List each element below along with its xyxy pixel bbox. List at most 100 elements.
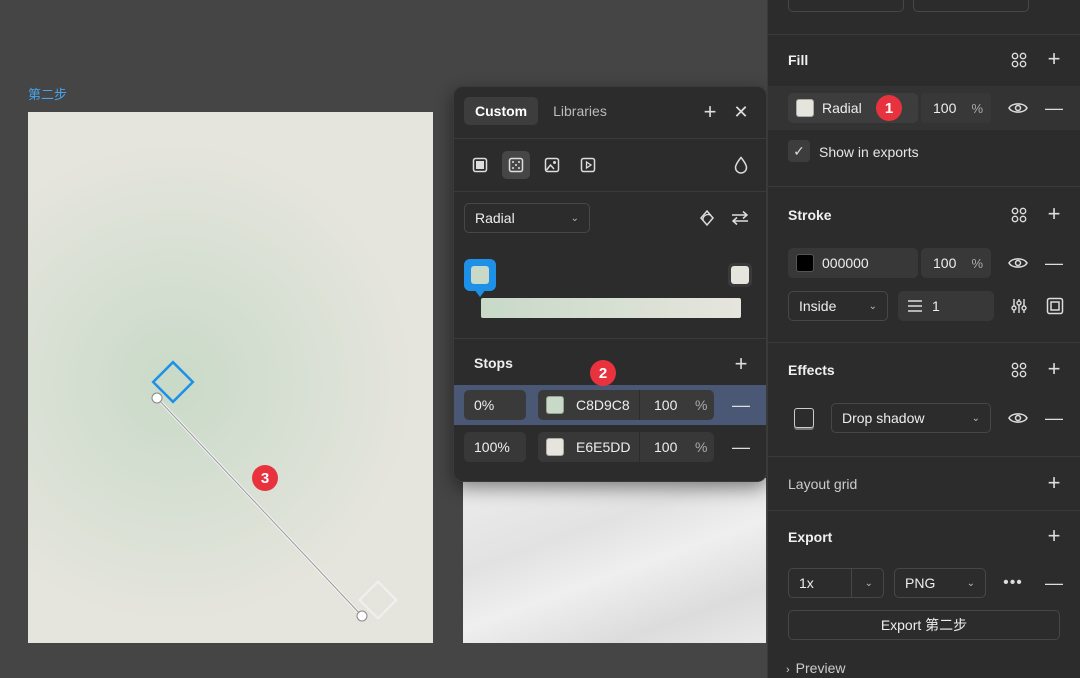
remove-effect-icon[interactable]: —: [1043, 407, 1065, 429]
fill-type-label: Radial: [822, 100, 862, 116]
add-stroke-icon[interactable]: +: [1043, 201, 1065, 226]
add-effect-icon[interactable]: +: [1043, 356, 1065, 381]
partial-field[interactable]: [788, 0, 904, 12]
styles-grid-icon[interactable]: [1008, 359, 1030, 381]
close-icon[interactable]: ✕: [730, 101, 752, 123]
stroke-hex[interactable]: 000000: [822, 255, 869, 271]
picker-tabs: Custom Libraries: [464, 97, 618, 125]
partial-field[interactable]: [913, 0, 1029, 12]
add-layout-grid-icon[interactable]: +: [1043, 470, 1065, 495]
individual-strokes-icon[interactable]: [1044, 295, 1066, 317]
divider: [454, 191, 766, 192]
add-stop-icon[interactable]: +: [730, 351, 752, 376]
add-export-icon[interactable]: +: [1043, 523, 1065, 548]
chevron-down-icon: ⌄: [864, 577, 873, 589]
chevron-down-icon: ⌄: [971, 412, 980, 424]
remove-stop-icon[interactable]: —: [730, 436, 752, 458]
image-fill-icon[interactable]: [538, 151, 566, 179]
color-swatch[interactable]: [546, 438, 564, 456]
tab-custom[interactable]: Custom: [464, 97, 539, 125]
properties-panel: Fill + Radial 100 % — ✓ Show in exports …: [767, 0, 1080, 678]
stop-swatch: [471, 266, 489, 284]
stroke-weight[interactable]: 1: [932, 298, 940, 314]
stroke-swatch[interactable]: [796, 254, 814, 272]
preview-toggle[interactable]: › Preview: [786, 660, 845, 676]
chevron-right-icon: ›: [786, 664, 790, 676]
stop-row[interactable]: 100% E6E5DD 100 % —: [454, 427, 766, 467]
stop-opacity[interactable]: 100: [654, 390, 677, 420]
stop-color-field[interactable]: E6E5DD 100 %: [538, 432, 714, 462]
effect-type-label: Drop shadow: [842, 410, 925, 426]
export-scale-label: 1x: [799, 575, 814, 591]
export-scale-select[interactable]: 1x ⌄: [788, 568, 884, 598]
gradient-stop-end-marker[interactable]: [728, 263, 752, 287]
solid-fill-icon[interactable]: [466, 151, 494, 179]
eye-icon[interactable]: [1007, 252, 1029, 274]
gradient-line-core: [156, 397, 363, 617]
stroke-settings-icon[interactable]: [1008, 295, 1030, 317]
more-options-icon[interactable]: •••: [1002, 572, 1024, 594]
fill-title: Fill: [788, 52, 809, 68]
gradient-type-select[interactable]: Radial ⌄: [464, 203, 590, 233]
swap-arrows-icon[interactable]: [728, 207, 752, 229]
styles-grid-icon[interactable]: [1008, 49, 1030, 71]
divider: [454, 338, 766, 339]
fill-opacity-field[interactable]: 100 %: [921, 93, 991, 123]
fill-swatch[interactable]: [796, 99, 814, 117]
stop-color-field[interactable]: C8D9C8 100 %: [538, 390, 714, 420]
annotation-badge-3: 3: [252, 465, 278, 491]
stroke-opacity[interactable]: 100: [933, 255, 956, 271]
drop-shadow-icon[interactable]: [794, 408, 814, 428]
annotation-badge-2: 2: [590, 360, 616, 386]
remove-fill-icon[interactable]: —: [1043, 97, 1065, 119]
rotate-gradient-icon[interactable]: [696, 207, 718, 229]
show-in-exports-label: Show in exports: [819, 144, 919, 160]
tab-libraries[interactable]: Libraries: [542, 97, 618, 125]
preview-label: Preview: [795, 660, 846, 676]
chevron-down-icon: ⌄: [966, 577, 975, 589]
gradient-end-point[interactable]: [356, 610, 368, 622]
eye-icon[interactable]: [1007, 407, 1029, 429]
remove-stop-icon[interactable]: —: [730, 394, 752, 416]
gradient-bar[interactable]: [481, 298, 741, 318]
marker-pointer: [474, 289, 486, 297]
remove-stroke-icon[interactable]: —: [1043, 252, 1065, 274]
remove-export-icon[interactable]: —: [1043, 572, 1065, 594]
fill-opacity[interactable]: 100: [933, 100, 956, 116]
color-swatch[interactable]: [546, 396, 564, 414]
eye-icon[interactable]: [1007, 97, 1029, 119]
stroke-position-select[interactable]: Inside ⌄: [788, 291, 888, 321]
stroke-weight-icon: [908, 300, 922, 312]
gradient-start-point[interactable]: [151, 392, 163, 404]
gradient-stop-start-marker[interactable]: [464, 259, 496, 291]
stop-row[interactable]: 0% C8D9C8 100 % —: [454, 385, 766, 425]
export-title: Export: [788, 529, 833, 545]
opacity-drop-icon[interactable]: [730, 154, 752, 176]
gradient-fill-icon[interactable]: [502, 151, 530, 179]
gradient-type-label: Radial: [475, 210, 515, 226]
video-fill-icon[interactable]: [574, 151, 602, 179]
color-picker-popup: Custom Libraries + ✕ Radial ⌄ Stops + 0%…: [453, 86, 767, 482]
stop-hex[interactable]: E6E5DD: [576, 439, 630, 455]
stops-title: Stops: [474, 355, 513, 371]
stop-position-field[interactable]: 100%: [464, 432, 526, 462]
stop-opacity[interactable]: 100: [654, 432, 677, 462]
stop-hex[interactable]: C8D9C8: [576, 397, 630, 413]
fill-opacity-unit: %: [971, 100, 983, 116]
stroke-weight-field[interactable]: 1: [898, 291, 994, 321]
annotation-badge-1: 1: [876, 95, 902, 121]
effect-type-select[interactable]: Drop shadow ⌄: [831, 403, 991, 433]
stop-opacity-unit: %: [695, 439, 708, 455]
stop-position-field[interactable]: 0%: [464, 390, 526, 420]
add-fill-icon[interactable]: +: [1043, 46, 1065, 71]
stroke-opacity-field[interactable]: 100 %: [921, 248, 991, 278]
divider: [454, 138, 766, 139]
plus-icon[interactable]: +: [699, 99, 721, 124]
styles-grid-icon[interactable]: [1008, 204, 1030, 226]
export-format-select[interactable]: PNG ⌄: [894, 568, 986, 598]
stop-swatch: [731, 266, 749, 284]
effects-title: Effects: [788, 362, 835, 378]
stroke-color-field[interactable]: 000000: [788, 248, 918, 278]
checkbox-show-in-exports[interactable]: ✓: [788, 140, 810, 162]
export-button[interactable]: Export 第二步: [788, 610, 1060, 640]
